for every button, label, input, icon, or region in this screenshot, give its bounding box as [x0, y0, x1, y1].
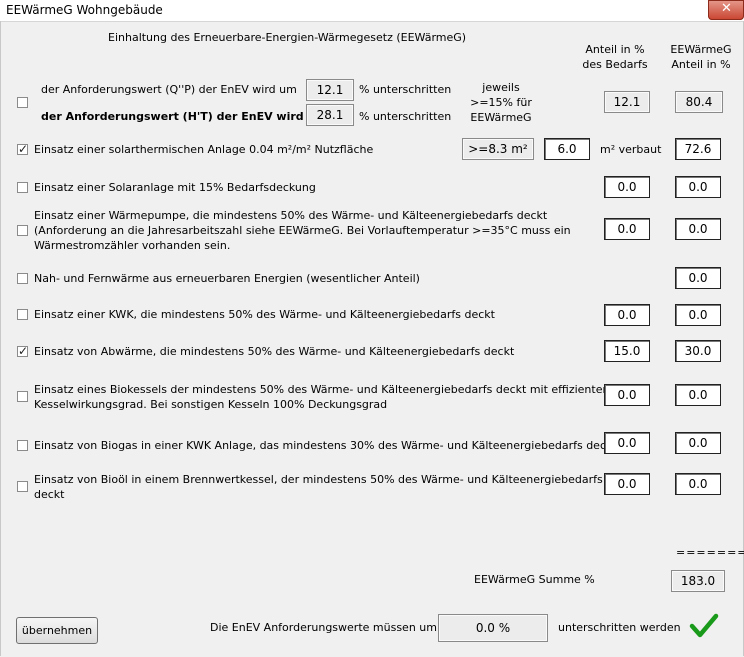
checkbox-fernwaerme[interactable] — [17, 273, 28, 284]
checkbox-solarthermie[interactable]: ✓ — [17, 142, 29, 156]
waermepumpe-label: Einsatz einer Wärmepumpe, die mindestens… — [34, 208, 571, 253]
enev-note: jeweils >=15% für EEWärmeG — [466, 80, 536, 125]
biogas-label: Einsatz von Biogas in einer KWK Anlage, … — [34, 438, 617, 453]
apply-button[interactable]: übernehmen — [16, 617, 98, 644]
biooel-label: Einsatz von Bioöl in einem Brennwertkess… — [34, 472, 603, 502]
kwk-anteil-bedarf-input[interactable]: 0.0 — [604, 304, 650, 326]
kwk-label-line: Einsatz einer KWK, die mindestens 50% de… — [34, 308, 495, 321]
enev-note-line2: >=15% für — [470, 96, 532, 109]
col-header-eewaermeg-line2: Anteil in % — [671, 58, 731, 71]
kwk-anteil-eewaermeg: 0.0 — [675, 304, 721, 326]
fernwaerme-label-line: Nah- und Fernwärme aus erneuerbaren Ener… — [34, 272, 420, 285]
biooel-anteil-eewaermeg: 0.0 — [675, 473, 721, 495]
abwaerme-anteil-eewaermeg: 30.0 — [675, 340, 721, 362]
biogas-anteil-bedarf-input[interactable]: 0.0 — [604, 432, 650, 454]
solaranlage-anteil-bedarf-input[interactable]: 0.0 — [604, 176, 650, 198]
enev-qp-value: 12.1 — [306, 79, 354, 101]
enev-line1-suffix: % unterschritten — [359, 83, 452, 96]
checkbox-biooel[interactable] — [17, 481, 28, 492]
waermepumpe-label-line: (Anforderung an die Jahresarbeitszahl si… — [34, 224, 571, 237]
solarthermie-anteil-eewaermeg: 72.6 — [675, 138, 721, 160]
enev-anteil-eewaermeg: 80.4 — [675, 91, 723, 113]
sum-value: 183.0 — [671, 570, 725, 592]
check-icon: ✓ — [18, 142, 29, 156]
close-button[interactable]: ✕ — [708, 0, 744, 20]
enev-note-line1: jeweils — [482, 81, 520, 94]
enev-line1-label: der Anforderungswert (Q''P) der EnEV wir… — [41, 83, 297, 96]
biokessel-label-line: Einsatz eines Biokessels der mindestens … — [34, 383, 610, 396]
checkbox-abwaerme[interactable]: ✓ — [17, 344, 29, 358]
sum-label: EEWärmeG Summe % — [474, 573, 595, 586]
enev-requirement-text: Die EnEV Anforderungswerte müssen um — [210, 621, 437, 634]
solaranlage-label: Einsatz einer Solaranlage mit 15% Bedarf… — [34, 180, 316, 195]
check-icon: ✓ — [18, 344, 29, 358]
enev-ht-value: 28.1 — [306, 104, 354, 126]
abwaerme-label: Einsatz von Abwärme, die mindestens 50% … — [34, 344, 514, 359]
biogas-label-line: Einsatz von Biogas in einer KWK Anlage, … — [34, 439, 617, 452]
enev-requirement-value: 0.0 % — [438, 614, 548, 642]
close-icon: ✕ — [721, 1, 732, 16]
enev-line2-label: der Anforderungswert (H'T) der EnEV wird… — [41, 110, 327, 123]
checkbox-enev[interactable] — [17, 97, 28, 108]
biokessel-label: Einsatz eines Biokessels der mindestens … — [34, 382, 609, 412]
checkbox-kwk[interactable] — [17, 309, 28, 320]
biokessel-label-line: Kesselwirkungsgrad. Bei sonstigen Kessel… — [34, 398, 388, 411]
solarthermie-area-suffix: m² verbaut — [600, 143, 662, 156]
solaranlage-label-line: Einsatz einer Solaranlage mit 15% Bedarf… — [34, 181, 316, 194]
checkbox-solaranlage[interactable] — [17, 182, 28, 193]
biooel-label-line: Einsatz von Bioöl in einem Brennwertkess… — [34, 473, 603, 486]
fernwaerme-anteil-eewaermeg: 0.0 — [675, 267, 721, 289]
fernwaerme-label: Nah- und Fernwärme aus erneuerbaren Ener… — [34, 271, 420, 286]
window-title: EEWärmeG Wohngebäude — [6, 3, 163, 17]
kwk-label: Einsatz einer KWK, die mindestens 50% de… — [34, 307, 495, 322]
col-header-anteil-bedarf: Anteil in % des Bedarfs — [580, 42, 650, 72]
col-header-anteil-bedarf-line1: Anteil in % — [585, 43, 645, 56]
enev-line2-suffix: % unterschritten — [359, 110, 452, 123]
solarthermie-label: Einsatz einer solarthermischen Anlage 0.… — [34, 143, 374, 156]
abwaerme-label-line: Einsatz von Abwärme, die mindestens 50% … — [34, 345, 515, 358]
checkbox-biogas[interactable] — [17, 440, 28, 451]
check-icon — [689, 613, 719, 638]
enev-anteil-bedarf: 12.1 — [604, 91, 650, 113]
biooel-anteil-bedarf-input[interactable]: 0.0 — [604, 473, 650, 495]
enev-requirement-text-after: unterschritten werden — [558, 621, 681, 634]
abwaerme-anteil-bedarf-input[interactable]: 15.0 — [604, 340, 650, 362]
solaranlage-anteil-eewaermeg: 0.0 — [675, 176, 721, 198]
solarthermie-requirement: >=8.3 m² — [462, 138, 534, 160]
checkbox-biokessel[interactable] — [17, 391, 28, 402]
biokessel-anteil-bedarf-input[interactable]: 0.0 — [604, 384, 650, 406]
waermepumpe-label-line: Einsatz einer Wärmepumpe, die mindestens… — [34, 209, 548, 222]
enev-note-line3: EEWärmeG — [470, 111, 532, 124]
solarthermie-area-input[interactable]: 6.0 — [544, 138, 590, 160]
col-header-anteil-bedarf-line2: des Bedarfs — [582, 58, 648, 71]
waermepumpe-label-line: Wärmestromzähler vorhanden sein. — [34, 239, 231, 252]
sum-separator: ======= — [676, 546, 744, 559]
biokessel-anteil-eewaermeg: 0.0 — [675, 384, 721, 406]
col-header-eewaermeg-line1: EEWärmeG — [670, 43, 732, 56]
waermepumpe-anteil-eewaermeg: 0.0 — [675, 218, 721, 240]
window-titlebar: EEWärmeG Wohngebäude ✕ — [0, 0, 744, 22]
biooel-label-line: deckt — [34, 488, 65, 501]
main-title: Einhaltung des Erneuerbare-Energien-Wärm… — [108, 31, 467, 44]
checkbox-waermepumpe[interactable] — [17, 225, 28, 236]
waermepumpe-anteil-bedarf-input[interactable]: 0.0 — [604, 218, 650, 240]
biogas-anteil-eewaermeg: 0.0 — [675, 432, 721, 454]
col-header-eewaermeg: EEWärmeG Anteil in % — [662, 42, 740, 72]
